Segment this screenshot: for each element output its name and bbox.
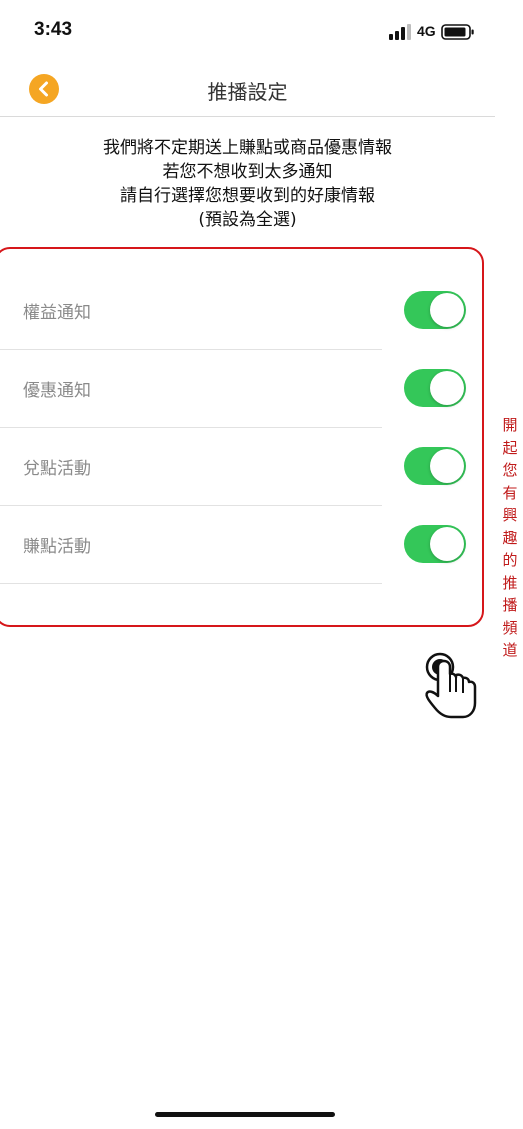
network-label: 4G [417, 23, 436, 39]
setting-label: 兌點活動 [23, 459, 91, 479]
notification-settings-list: 權益通知 優惠通知 兌點活動 賺點活動 [0, 272, 466, 584]
nav-header: 推播設定 [0, 64, 495, 117]
battery-icon [441, 24, 474, 40]
status-bar: 3:43 4G [0, 0, 523, 64]
redeem-activity-toggle[interactable] [404, 447, 466, 485]
setting-row-rights: 權益通知 [0, 272, 466, 350]
annotation-note: 開起您有興趣的推播頻道 [502, 416, 518, 659]
toggle-knob [430, 371, 464, 405]
setting-label: 優惠通知 [23, 381, 91, 401]
offers-notification-toggle[interactable] [404, 369, 466, 407]
intro-line: (預設為全選) [198, 210, 297, 230]
setting-row-earn: 賺點活動 [0, 506, 466, 584]
intro-line: 若您不想收到太多通知 [162, 162, 333, 182]
earn-activity-toggle[interactable] [404, 525, 466, 563]
page-title: 推播設定 [207, 80, 288, 104]
intro-text: 我們將不定期送上賺點或商品優惠情報 若您不想收到太多通知 請自行選擇您想要收到的… [0, 136, 495, 232]
setting-row-redeem: 兌點活動 [0, 428, 466, 506]
cellular-signal-icon [389, 24, 411, 40]
status-time: 3:43 [34, 19, 73, 40]
home-indicator[interactable] [155, 1112, 335, 1117]
setting-label: 權益通知 [23, 303, 91, 323]
intro-line: 請自行選擇您想要收到的好康情報 [120, 186, 375, 206]
intro-line: 我們將不定期送上賺點或商品優惠情報 [103, 138, 392, 158]
setting-label: 賺點活動 [23, 537, 91, 557]
toggle-knob [430, 527, 464, 561]
rights-notification-toggle[interactable] [404, 291, 466, 329]
tap-hand-icon [425, 652, 477, 719]
toggle-knob [430, 449, 464, 483]
toggle-knob [430, 293, 464, 327]
setting-row-offers: 優惠通知 [0, 350, 466, 428]
